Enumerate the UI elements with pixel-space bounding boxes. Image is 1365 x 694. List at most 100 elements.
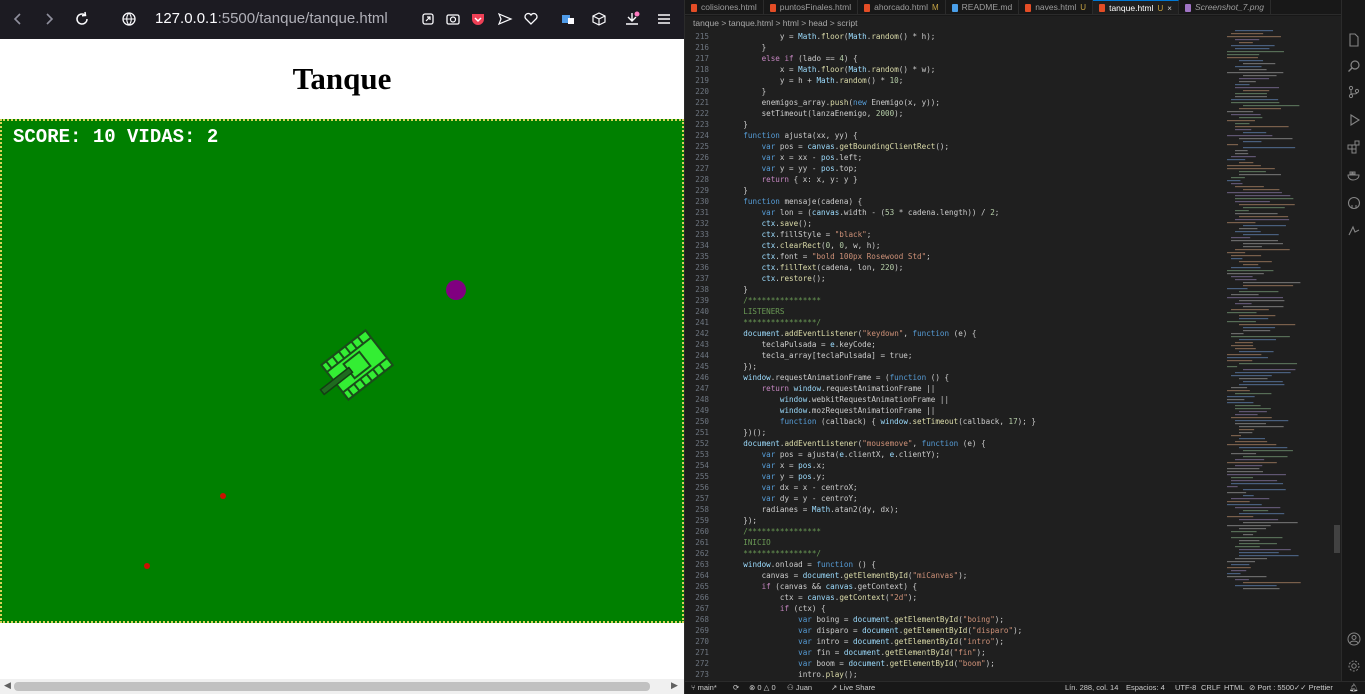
live-share-icon[interactable] bbox=[1347, 224, 1361, 238]
encoding-status[interactable]: UTF-8 bbox=[1175, 682, 1196, 694]
editor-tab[interactable]: tanque.html U × bbox=[1093, 0, 1179, 15]
code-line[interactable]: 239 /**************** bbox=[685, 295, 1225, 306]
code-line[interactable]: 223 } bbox=[685, 119, 1225, 130]
code-line[interactable]: 245 }); bbox=[685, 361, 1225, 372]
code-line[interactable]: 265 if (canvas && canvas.getContext) { bbox=[685, 581, 1225, 592]
code-line[interactable]: 267 if (ctx) { bbox=[685, 603, 1225, 614]
code-line[interactable]: 233 ctx.fillStyle = "black"; bbox=[685, 229, 1225, 240]
code-line[interactable]: 254 var x = pos.x; bbox=[685, 460, 1225, 471]
code-line[interactable]: 270 var intro = document.getElementById(… bbox=[685, 636, 1225, 647]
code-line[interactable]: 240 LISTENERS bbox=[685, 306, 1225, 317]
branch-status[interactable]: ⑂ main* bbox=[691, 682, 717, 694]
downloads-button[interactable] bbox=[621, 8, 643, 30]
code-line[interactable]: 228 return { x: x, y: y } bbox=[685, 174, 1225, 185]
live-share-status[interactable]: ↗ Live Share bbox=[831, 682, 875, 694]
url-bar[interactable]: 127.0.0.1:5500/tanque/tanque.html bbox=[155, 10, 388, 27]
code-line[interactable]: 266 ctx = canvas.getContext("2d"); bbox=[685, 592, 1225, 603]
scrollbar-thumb[interactable] bbox=[14, 682, 650, 691]
search-icon[interactable] bbox=[1347, 59, 1361, 73]
code-line[interactable]: 227 var y = yy - pos.top; bbox=[685, 163, 1225, 174]
code-line[interactable]: 243 teclaPulsada = e.keyCode; bbox=[685, 339, 1225, 350]
code-line[interactable]: 224 function ajusta(xx, yy) { bbox=[685, 130, 1225, 141]
code-line[interactable]: 263 window.onload = function () { bbox=[685, 559, 1225, 570]
code-line[interactable]: 244 tecla_array[teclaPulsada] = true; bbox=[685, 350, 1225, 361]
code-line[interactable]: 242 document.addEventListener("keydown",… bbox=[685, 328, 1225, 339]
code-line[interactable]: 246 window.requestAnimationFrame = (func… bbox=[685, 372, 1225, 383]
code-line[interactable]: 234 ctx.clearRect(0, 0, w, h); bbox=[685, 240, 1225, 251]
code-line[interactable]: 264 canvas = document.getElementById("mi… bbox=[685, 570, 1225, 581]
prettier-status[interactable]: ✓✓ Prettier bbox=[1294, 682, 1333, 694]
problems-status[interactable]: ⊗ 0 △ 0 bbox=[749, 682, 776, 694]
code-line[interactable]: 221 enemigos_array.push(new Enemigo(x, y… bbox=[685, 97, 1225, 108]
editor-tab[interactable]: README.md bbox=[946, 0, 1020, 14]
code-line[interactable]: 255 var y = pos.y; bbox=[685, 471, 1225, 482]
code-line[interactable]: 217 else if (lado == 4) { bbox=[685, 53, 1225, 64]
explorer-icon[interactable] bbox=[1347, 33, 1361, 47]
editor-tab[interactable]: puntosFinales.html bbox=[764, 0, 859, 14]
cube-button[interactable] bbox=[588, 8, 610, 30]
editor-scrollbar-thumb[interactable] bbox=[1334, 525, 1340, 553]
extensions-icon[interactable] bbox=[1347, 140, 1361, 154]
eol-status[interactable]: CRLF bbox=[1201, 682, 1221, 694]
code-line[interactable]: 241 ****************/ bbox=[685, 317, 1225, 328]
sync-icon[interactable]: ⟳ bbox=[733, 682, 739, 694]
code-line[interactable]: 252 document.addEventListener("mousemove… bbox=[685, 438, 1225, 449]
code-line[interactable]: 251 })(); bbox=[685, 427, 1225, 438]
github-icon[interactable] bbox=[1347, 196, 1361, 210]
code-line[interactable]: 256 var dx = x - centroX; bbox=[685, 482, 1225, 493]
code-line[interactable]: 260 /**************** bbox=[685, 526, 1225, 537]
port-status[interactable]: ⊘ Port : 5500 bbox=[1249, 682, 1294, 694]
code-line[interactable]: 232 ctx.save(); bbox=[685, 218, 1225, 229]
reload-button[interactable] bbox=[71, 8, 93, 30]
back-button[interactable] bbox=[7, 8, 29, 30]
favorite-button[interactable] bbox=[520, 8, 542, 30]
code-line[interactable]: 250 function (callback) { window.setTime… bbox=[685, 416, 1225, 427]
code-line[interactable]: 236 ctx.fillText(cadena, lon, 220); bbox=[685, 262, 1225, 273]
code-line[interactable]: 271 var fin = document.getElementById("f… bbox=[685, 647, 1225, 658]
code-line[interactable]: 259 }); bbox=[685, 515, 1225, 526]
scroll-left-icon[interactable]: ◀ bbox=[4, 681, 11, 691]
code-line[interactable]: 248 window.webkitRequestAnimationFrame |… bbox=[685, 394, 1225, 405]
source-control-icon[interactable] bbox=[1347, 85, 1361, 99]
editor-tab[interactable]: colisiones.html bbox=[685, 0, 764, 14]
code-line[interactable]: 272 var boom = document.getElementById("… bbox=[685, 658, 1225, 669]
code-line[interactable]: 247 return window.requestAnimationFrame … bbox=[685, 383, 1225, 394]
game-canvas[interactable]: SCORE: 10 VIDAS: 2 bbox=[0, 119, 684, 623]
code-line[interactable]: 231 var lon = (canvas.width - (53 * cade… bbox=[685, 207, 1225, 218]
language-status[interactable]: HTML bbox=[1224, 682, 1244, 694]
code-line[interactable]: 237 ctx.restore(); bbox=[685, 273, 1225, 284]
code-line[interactable]: 261 INICIO bbox=[685, 537, 1225, 548]
cursor-position[interactable]: Lín. 288, col. 14 bbox=[1065, 682, 1118, 694]
settings-gear-icon[interactable] bbox=[1347, 659, 1361, 673]
code-line[interactable]: 257 var dy = y - centroY; bbox=[685, 493, 1225, 504]
scroll-right-icon[interactable]: ▶ bbox=[671, 681, 678, 691]
editor-tab[interactable]: ahorcado.html M bbox=[858, 0, 946, 14]
share-button[interactable] bbox=[417, 8, 439, 30]
code-line[interactable]: 215 y = Math.floor(Math.random() * h); bbox=[685, 31, 1225, 42]
code-line[interactable]: 230 function mensaje(cadena) { bbox=[685, 196, 1225, 207]
code-line[interactable]: 273 intro.play(); bbox=[685, 669, 1225, 680]
run-debug-icon[interactable] bbox=[1347, 113, 1361, 127]
send-button[interactable] bbox=[494, 8, 516, 30]
code-line[interactable]: 216 } bbox=[685, 42, 1225, 53]
code-line[interactable]: 235 ctx.font = "bold 100px Rosewood Std"… bbox=[685, 251, 1225, 262]
code-line[interactable]: 226 var x = xx - pos.left; bbox=[685, 152, 1225, 163]
extension-button[interactable] bbox=[557, 8, 579, 30]
code-line[interactable]: 220 } bbox=[685, 86, 1225, 97]
code-line[interactable]: 249 window.mozRequestAnimationFrame || bbox=[685, 405, 1225, 416]
code-line[interactable]: 225 var pos = canvas.getBoundingClientRe… bbox=[685, 141, 1225, 152]
code-line[interactable]: 222 setTimeout(lanzaEnemigo, 2000); bbox=[685, 108, 1225, 119]
code-line[interactable]: 229 } bbox=[685, 185, 1225, 196]
editor-tab[interactable]: Screenshot_7.png bbox=[1179, 0, 1271, 14]
menu-button[interactable] bbox=[653, 8, 675, 30]
user-status[interactable]: ⚇ Juan bbox=[787, 682, 812, 694]
docker-icon[interactable] bbox=[1347, 168, 1361, 182]
screenshot-button[interactable] bbox=[442, 8, 464, 30]
indentation-status[interactable]: Espacios: 4 bbox=[1126, 682, 1165, 694]
code-line[interactable]: 219 y = h + Math.random() * 10; bbox=[685, 75, 1225, 86]
horizontal-scrollbar[interactable]: ◀ ▶ bbox=[0, 679, 684, 694]
editor-tab[interactable]: naves.html U bbox=[1019, 0, 1094, 14]
code-line[interactable]: 238 } bbox=[685, 284, 1225, 295]
close-icon[interactable]: × bbox=[1167, 1, 1172, 15]
code-line[interactable]: 253 var pos = ajusta(e.clientX, e.client… bbox=[685, 449, 1225, 460]
